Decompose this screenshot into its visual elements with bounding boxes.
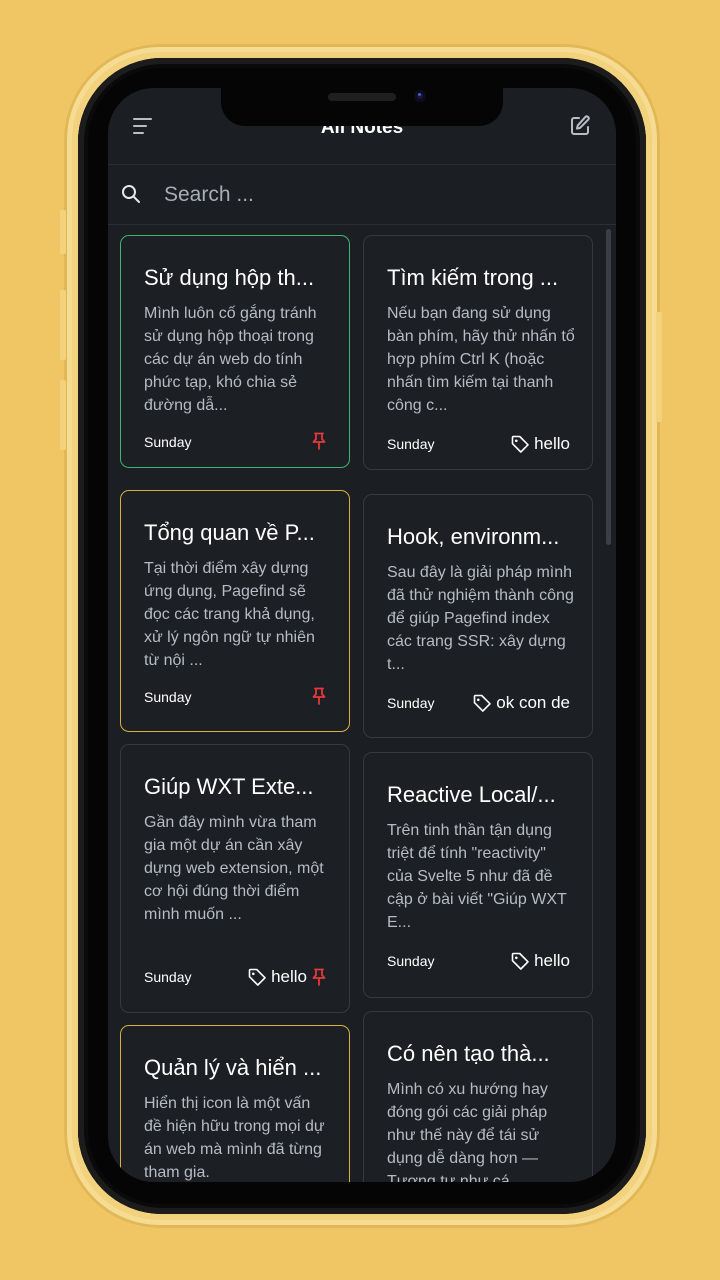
search-bar	[108, 164, 616, 225]
note-card[interactable]: Quản lý và hiển ... Hiển thị icon là một…	[120, 1025, 350, 1182]
note-title: Tìm kiếm trong ...	[387, 265, 559, 290]
note-date: Sunday	[387, 953, 435, 969]
note-excerpt: Tại thời điểm xây dựng ứng dụng, Pagefin…	[144, 560, 315, 669]
phone-side-button	[60, 290, 66, 360]
phone-notch	[221, 88, 503, 126]
note-title: Quản lý và hiển ...	[144, 1055, 322, 1080]
note-card[interactable]: Tìm kiếm trong ... Nếu bạn đang sử dụng …	[363, 235, 593, 470]
app-screen: All Notes Sử dụng hộp th... Mình luôn cố…	[108, 88, 616, 1182]
note-excerpt: Nếu bạn đang sử dụng bàn phím, hãy thử n…	[387, 305, 575, 414]
note-title: Hook, environm...	[387, 524, 560, 549]
search-input[interactable]	[162, 176, 586, 214]
speaker-grille	[328, 93, 396, 101]
front-camera	[414, 90, 426, 102]
note-excerpt: Mình luôn cố gắng tránh sử dụng hộp thoạ…	[144, 305, 317, 414]
note-title: Tổng quan về P...	[144, 520, 315, 545]
phone-side-button	[60, 380, 66, 450]
note-meta	[311, 687, 327, 705]
pin-icon[interactable]	[311, 968, 327, 986]
note-date: Sunday	[144, 969, 192, 985]
note-meta: ok con de	[472, 693, 570, 713]
note-date: Sunday	[387, 695, 435, 711]
note-title: Có nên tạo thà...	[387, 1041, 550, 1066]
search-icon	[121, 184, 141, 204]
scrollbar[interactable]	[606, 229, 611, 545]
note-tag-label[interactable]: hello	[534, 951, 570, 971]
note-meta: hello	[247, 967, 327, 987]
note-card[interactable]: Có nên tạo thà... Mình có xu hướng hay đ…	[363, 1011, 593, 1182]
note-excerpt: Hiển thị icon là một vấn đề hiện hữu tro…	[144, 1095, 325, 1181]
tag-icon	[510, 434, 530, 454]
note-excerpt: Gần đây mình vừa tham gia một dự án cần …	[144, 814, 324, 923]
notes-grid: Sử dụng hộp th... Mình luôn cố gắng trán…	[108, 225, 616, 1182]
note-tag-label[interactable]: ok con de	[496, 693, 570, 713]
note-tag-label[interactable]: hello	[534, 434, 570, 454]
note-tag-label[interactable]: hello	[271, 967, 307, 987]
note-title: Sử dụng hộp th...	[144, 265, 315, 290]
note-date: Sunday	[144, 689, 192, 705]
note-card[interactable]: Sử dụng hộp th... Mình luôn cố gắng trán…	[120, 235, 350, 468]
note-excerpt: Sau đây là giải pháp mình đã thử nghiệm …	[387, 564, 574, 673]
tag-icon	[247, 967, 267, 987]
note-meta: hello	[510, 951, 570, 971]
note-card[interactable]: Tổng quan về P... Tại thời điểm xây dựng…	[120, 490, 350, 732]
note-meta: hello	[510, 434, 570, 454]
pin-icon[interactable]	[311, 687, 327, 705]
note-date: Sunday	[387, 436, 435, 452]
note-date: Sunday	[144, 434, 192, 450]
pin-icon[interactable]	[311, 432, 327, 450]
phone-side-button	[60, 210, 66, 254]
note-card[interactable]: Giúp WXT Exte... Gần đây mình vừa tham g…	[120, 744, 350, 1013]
note-card[interactable]: Hook, environm... Sau đây là giải pháp m…	[363, 494, 593, 738]
note-meta	[311, 432, 327, 450]
note-card[interactable]: Reactive Local/... Trên tinh thần tận dụ…	[363, 752, 593, 998]
tag-icon	[510, 951, 530, 971]
note-title: Reactive Local/...	[387, 782, 556, 807]
phone-power-button	[656, 312, 662, 422]
note-excerpt: Mình có xu hướng hay đóng gói các giải p…	[387, 1081, 548, 1182]
tag-icon	[472, 693, 492, 713]
note-excerpt: Trên tinh thần tận dụng triệt để tính "r…	[387, 822, 567, 931]
note-title: Giúp WXT Exte...	[144, 774, 314, 799]
edit-note-icon[interactable]	[568, 114, 594, 140]
